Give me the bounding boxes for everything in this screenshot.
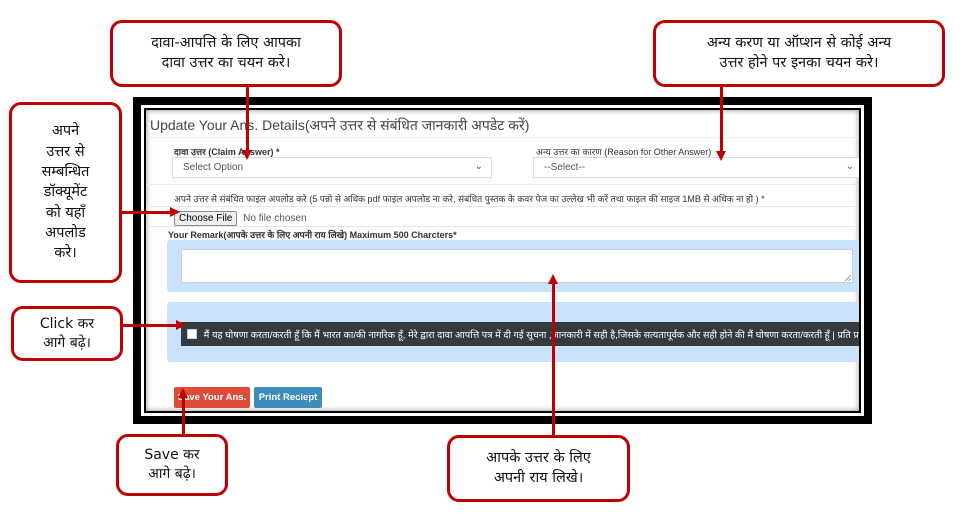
remark-box — [167, 240, 859, 292]
callout-text: को यहाँ — [45, 204, 86, 221]
callout-other-reason: अन्य करण या ऑप्शन से कोई अन्य उत्तर होने… — [653, 20, 945, 87]
declaration-checkbox[interactable] — [187, 329, 197, 339]
callout-claim-answer: दावा-आपत्ति के लिए आपका दावा उत्तर का चय… — [110, 20, 342, 87]
screenshot-frame: Update Your Ans. Details(अपने उत्तर से स… — [133, 97, 872, 424]
callout-text: Save कर — [144, 447, 200, 464]
remark-textarea[interactable] — [181, 249, 853, 283]
callout-text: उत्तर से — [46, 143, 85, 160]
callout-text: डॉक्यूमेंट — [43, 184, 88, 201]
claim-answer-selected: Select Option — [183, 162, 244, 173]
callout-remark: आपके उत्तर के लिए अपनी राय लिखे। — [447, 435, 630, 502]
connector-line — [720, 87, 723, 153]
update-answer-panel: Update Your Ans. Details(अपने उत्तर से स… — [146, 110, 859, 411]
callout-save: Save कर आगे बढ़े। — [116, 434, 228, 496]
choose-file-button[interactable]: Choose File — [174, 211, 238, 226]
title-divider — [146, 137, 859, 138]
arrow-right-icon — [176, 320, 186, 330]
callout-text: करे। — [54, 245, 77, 262]
arrow-up-icon — [548, 274, 558, 284]
resize-handle-icon[interactable] — [845, 275, 851, 281]
chevron-down-icon: ⌄ — [845, 161, 854, 172]
print-receipt-button[interactable]: Print Reciept — [254, 387, 322, 408]
callout-text: आगे बढ़े। — [148, 466, 196, 482]
connector-line — [123, 324, 178, 327]
connector-line — [122, 211, 172, 214]
arrow-up-icon — [178, 388, 188, 398]
callout-text: अपने — [51, 123, 80, 140]
divider — [146, 226, 859, 227]
callout-text: दावा उत्तर का चयन करे। — [161, 54, 291, 71]
chevron-down-icon: ⌄ — [474, 161, 483, 172]
callout-text: अन्य करण या ऑप्शन से कोई अन्य — [706, 34, 892, 51]
callout-text: दावा-आपत्ति के लिए आपका — [151, 34, 301, 51]
panel-title: Update Your Ans. Details(अपने उत्तर से स… — [150, 117, 530, 133]
declaration-box: मैं यह घोषणा करता/करती हूँ कि मैं भारत क… — [167, 302, 859, 362]
callout-click: Click कर आगे बढ़े। — [11, 306, 123, 361]
other-reason-select[interactable]: --Select-- ⌄ — [533, 157, 859, 178]
other-reason-selected: --Select-- — [544, 162, 586, 173]
connector-line — [182, 396, 185, 434]
callout-text: आगे बढ़े। — [43, 334, 91, 351]
callout-text: अपनी राय लिखे। — [493, 469, 584, 486]
connector-line — [246, 87, 249, 152]
file-input[interactable]: Choose File No file chosen — [174, 211, 307, 226]
declaration-text: मैं यह घोषणा करता/करती हूँ कि मैं भारत क… — [203, 330, 859, 341]
claim-answer-select[interactable]: Select Option ⌄ — [172, 157, 492, 178]
callout-text: Click कर — [39, 315, 95, 332]
declaration-bar: मैं यह घोषणा करता/करती हूँ कि मैं भारत क… — [181, 322, 859, 346]
arrow-down-icon — [716, 151, 726, 161]
callout-text: अपलोड — [45, 224, 86, 241]
divider — [146, 184, 859, 185]
callout-upload: अपने उत्तर से सम्बन्धित डॉक्यूमेंट को यह… — [9, 102, 122, 283]
callout-text: उत्तर होने पर इनका चयन करे। — [719, 54, 879, 71]
arrow-down-icon — [242, 150, 252, 160]
arrow-right-icon — [170, 207, 180, 217]
file-status: No file chosen — [243, 213, 307, 224]
upload-label: अपने उत्तर से संबंधित फाइल अपलोड करे (5 … — [174, 194, 765, 204]
callout-text: सम्बन्धित — [41, 164, 90, 181]
divider — [146, 206, 859, 207]
connector-line — [552, 282, 555, 435]
callout-text: आपके उत्तर के लिए — [486, 449, 591, 466]
other-reason-label-text: अन्य उत्तर का कारण (Reason for Other Ans… — [536, 147, 712, 157]
